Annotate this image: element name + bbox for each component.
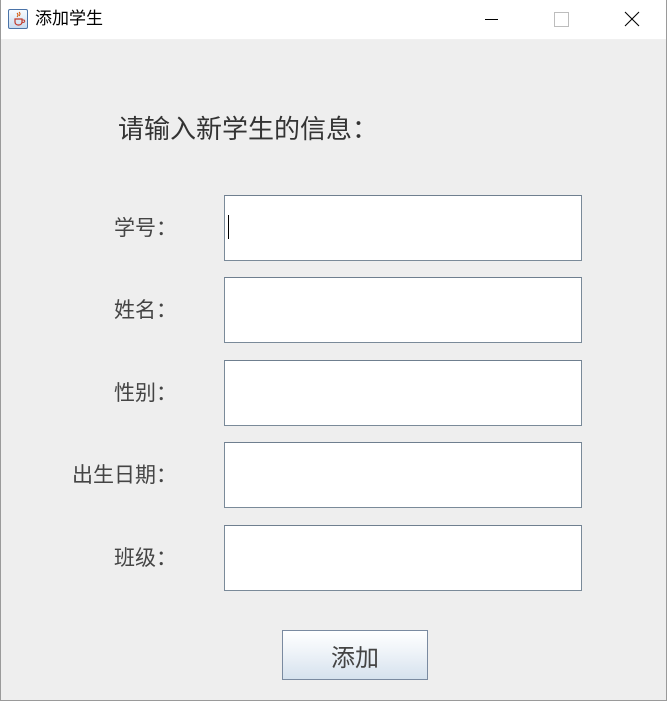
text-cursor [228, 215, 229, 239]
student-id-input[interactable] [224, 195, 582, 261]
add-button[interactable]: 添加 [282, 630, 428, 680]
java-icon [8, 9, 28, 29]
gender-label: 性别： [114, 381, 177, 405]
close-icon [624, 11, 640, 27]
class-label: 班级： [114, 546, 177, 570]
class-input[interactable] [224, 525, 582, 591]
maximize-icon [554, 12, 569, 27]
name-input[interactable] [224, 277, 582, 343]
window-title: 添加学生 [35, 9, 103, 29]
maximize-button[interactable] [538, 0, 584, 39]
title-bar[interactable]: 添加学生 [1, 0, 666, 40]
student-id-label: 学号： [114, 216, 177, 240]
name-label: 姓名： [114, 298, 177, 322]
minimize-icon [485, 19, 498, 20]
birth-date-label: 出生日期： [72, 463, 177, 487]
add-student-window: 添加学生 请输入新学生的信息： 学号： 姓名： 性别： 出生日期： 班级： 添加 [0, 0, 667, 701]
gender-input[interactable] [224, 360, 582, 426]
form-heading: 请输入新学生的信息： [118, 115, 379, 145]
birth-date-input[interactable] [224, 442, 582, 508]
minimize-button[interactable] [469, 0, 515, 39]
close-button[interactable] [608, 0, 654, 39]
